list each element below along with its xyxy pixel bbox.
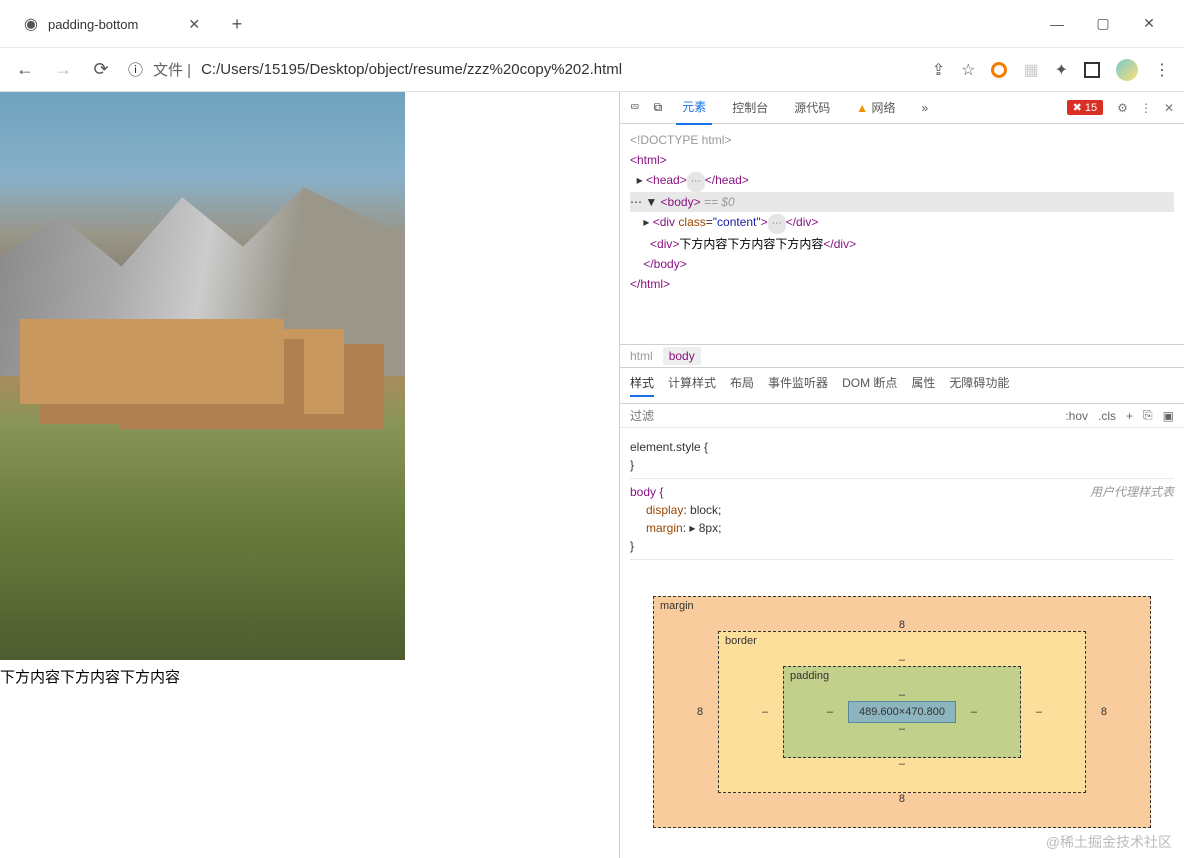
watermark: @稀土掘金技术社区 xyxy=(1046,832,1172,852)
margin-label: margin xyxy=(660,600,694,612)
style-rules[interactable]: element.style { } 用户代理样式表 body { display… xyxy=(620,428,1184,566)
dom-body-line[interactable]: ⋯ ▼ <body> == $0 xyxy=(630,192,1174,212)
more-tabs-icon[interactable]: » xyxy=(915,93,934,123)
tab-network[interactable]: ▲ 网络 xyxy=(850,91,901,124)
style-filter-input[interactable] xyxy=(630,409,1055,423)
tab-close-icon[interactable]: ✕ xyxy=(188,16,200,33)
tab-sources[interactable]: 源代码 xyxy=(788,91,836,124)
devtools-menu-icon[interactable]: ⋮ xyxy=(1140,101,1152,115)
devtools-toolbar: ⮹ ⧉ 元素 控制台 源代码 ▲ 网络 » ✖ 15 ⚙ ⋮ ✕ xyxy=(620,92,1184,124)
share-icon[interactable]: ⇪ xyxy=(932,60,945,80)
styletab-listeners[interactable]: 事件监听器 xyxy=(768,374,828,397)
style-tabs: 样式 计算样式 布局 事件监听器 DOM 断点 属性 无障碍功能 xyxy=(620,368,1184,404)
border-label: border xyxy=(725,635,757,647)
toggle-sidebar-icon[interactable]: ▣ xyxy=(1163,409,1174,423)
forward-button[interactable]: → xyxy=(52,59,74,80)
device-icon[interactable]: ⧉ xyxy=(654,100,663,115)
ring-icon[interactable] xyxy=(991,62,1007,78)
url-path: C:/Users/15195/Desktop/object/resume/zzz… xyxy=(201,61,622,78)
copy-styles-icon[interactable]: ⎘ xyxy=(1143,408,1153,423)
cls-toggle[interactable]: .cls xyxy=(1098,409,1116,423)
rule-origin: 用户代理样式表 xyxy=(1090,483,1174,501)
devtools-panel: ⮹ ⧉ 元素 控制台 源代码 ▲ 网络 » ✖ 15 ⚙ ⋮ ✕ <!DOCTY… xyxy=(620,92,1184,858)
address-bar: ← → ⟳ ⓘ 文件 | C:/Users/15195/Desktop/obje… xyxy=(0,48,1184,92)
bookmark-icon[interactable]: ☆ xyxy=(961,60,975,80)
panel-icon[interactable] xyxy=(1084,62,1100,78)
styletab-layout[interactable]: 布局 xyxy=(730,374,754,397)
tab-title: padding-bottom xyxy=(48,17,138,32)
toolbar-icons: ⇪ ☆ ▦ ✦ ⋮ xyxy=(932,59,1170,81)
styletab-computed[interactable]: 计算样式 xyxy=(668,374,716,397)
page-content: 下方内容下方内容下方内容 xyxy=(0,92,620,858)
devtools-close-icon[interactable]: ✕ xyxy=(1164,101,1174,115)
new-tab-button[interactable]: + xyxy=(220,7,254,41)
extensions-icon[interactable]: ✦ xyxy=(1055,60,1068,80)
url-field[interactable]: ⓘ 文件 | C:/Users/15195/Desktop/object/res… xyxy=(128,59,916,80)
below-text: 下方内容下方内容下方内容 xyxy=(0,660,619,693)
styletab-a11y[interactable]: 无障碍功能 xyxy=(949,374,1009,397)
back-button[interactable]: ← xyxy=(14,59,36,80)
inspect-icon[interactable]: ⮹ xyxy=(630,100,640,115)
crumb-body[interactable]: body xyxy=(663,347,701,365)
window-close-icon[interactable]: ✕ xyxy=(1126,15,1172,32)
url-prefix: 文件 | xyxy=(153,59,191,80)
add-rule-button[interactable]: + xyxy=(1126,409,1133,423)
settings-icon[interactable]: ⚙ xyxy=(1117,101,1128,115)
padding-label: padding xyxy=(790,670,829,682)
box-model[interactable]: margin 8 8 border – – padding – xyxy=(620,566,1184,858)
style-filter-row: :hov .cls + ⎘ ▣ xyxy=(620,404,1184,428)
tab-elements[interactable]: 元素 xyxy=(676,90,712,125)
crumb-html[interactable]: html xyxy=(630,349,653,363)
profile-avatar[interactable] xyxy=(1116,59,1138,81)
menu-icon[interactable]: ⋮ xyxy=(1154,60,1170,80)
styletab-dombp[interactable]: DOM 断点 xyxy=(842,374,897,397)
tab-strip: ◉ padding-bottom ✕ + xyxy=(0,0,254,48)
hov-toggle[interactable]: :hov xyxy=(1065,409,1088,423)
window-minimize-icon[interactable]: — xyxy=(1034,16,1080,32)
app-icon[interactable]: ▦ xyxy=(1023,60,1038,80)
tab-console[interactable]: 控制台 xyxy=(726,91,774,124)
styletab-props[interactable]: 属性 xyxy=(911,374,935,397)
dom-tree[interactable]: <!DOCTYPE html> <html> ▸ <head>⋯</head> … xyxy=(620,124,1184,344)
breadcrumb[interactable]: html body xyxy=(620,344,1184,368)
styletab-styles[interactable]: 样式 xyxy=(630,374,654,397)
error-badge[interactable]: ✖ 15 xyxy=(1067,100,1104,115)
reload-button[interactable]: ⟳ xyxy=(90,59,112,80)
content-size: 489.600×470.800 xyxy=(848,701,956,723)
main-area: 下方内容下方内容下方内容 ⮹ ⧉ 元素 控制台 源代码 ▲ 网络 » ✖ 15 … xyxy=(0,92,1184,858)
content-image xyxy=(0,92,405,660)
browser-tab[interactable]: ◉ padding-bottom ✕ xyxy=(10,6,214,42)
window-maximize-icon[interactable]: ▢ xyxy=(1080,15,1126,32)
warning-icon: ▲ xyxy=(856,101,868,115)
info-icon[interactable]: ⓘ xyxy=(128,59,143,80)
doctype-line: <!DOCTYPE html> xyxy=(630,133,731,147)
globe-icon: ◉ xyxy=(24,14,38,34)
